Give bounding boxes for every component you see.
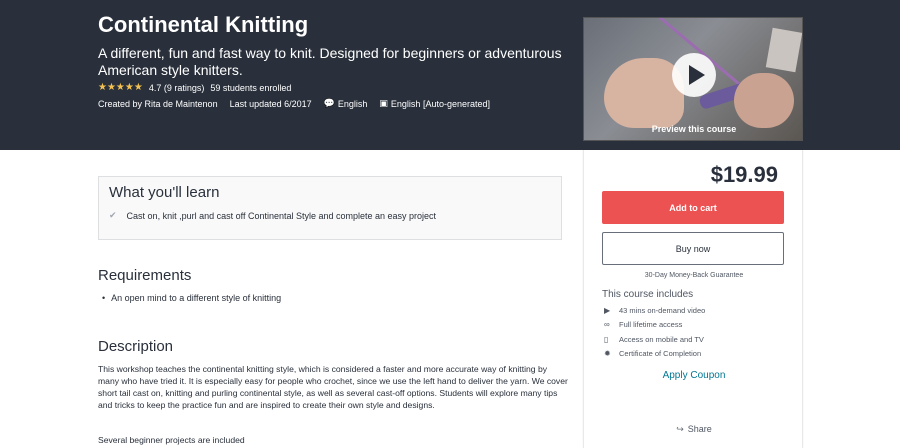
requirements-title: Requirements [98,267,192,284]
share-button[interactable]: ↪ Share [584,424,804,435]
includes-item-label: Access on mobile and TV [619,334,704,344]
description-title: Description [98,338,174,355]
course-preview-video[interactable]: Preview this course [583,17,803,141]
star-rating-icon: ★★★★★ [98,82,143,93]
money-back-guarantee: 30-Day Money-Back Guarantee [644,272,744,279]
bullet-icon: • [102,293,106,303]
add-to-cart-button[interactable]: Add to cart [602,191,784,224]
requirement-item: • An open mind to a different style of k… [102,293,281,303]
mobile-icon: ▯ [604,334,609,344]
description-paragraph: This workshop teaches the continental kn… [98,364,568,410]
course-language: English [337,98,368,109]
play-icon [688,65,705,85]
checkmark-icon: ✔ [109,210,117,220]
includes-item-label: Full lifetime access [619,320,683,330]
requirement-label: An open mind to a different style of kni… [111,293,282,303]
buy-now-button[interactable]: Buy now [602,232,784,265]
learn-item-label: Cast on, knit ,purl and cast off Contine… [126,210,437,221]
infinity-icon: ∞ [604,320,610,330]
purchase-sidebar: $19.99 Add to cart Buy now 30-Day Money-… [583,150,803,448]
rating-text[interactable]: 4.7 (9 ratings) [149,83,205,93]
video-icon: ▶ [604,305,611,315]
learn-title: What you'll learn [109,184,220,201]
learn-item: ✔ Cast on, knit ,purl and cast off Conti… [109,210,436,221]
what-youll-learn-box: What you'll learn ✔ Cast on, knit ,purl … [98,176,562,240]
enrolled-count: 59 students enrolled [210,82,292,93]
course-captions: English [Auto-generated] [390,98,490,109]
apply-coupon-link[interactable]: Apply Coupon [584,370,804,381]
includes-title: This course includes [602,289,694,300]
includes-item: ▯ Access on mobile and TV [604,332,705,347]
play-button[interactable] [672,53,716,97]
instructor-credit[interactable]: Created by Rita de Maintenon [98,99,218,109]
course-stats: ★★★★★ 4.7 (9 ratings) 59 students enroll… [98,82,297,93]
certificate-icon: ✹ [604,349,611,359]
share-label: Share [687,424,712,434]
includes-item-label: 43 mins on-demand video [619,305,706,315]
share-icon: ↪ [676,424,684,434]
includes-item: ▶ 43 mins on-demand video [604,303,705,318]
course-title: Continental Knitting [98,12,309,37]
includes-list: ▶ 43 mins on-demand video ∞ Full lifetim… [604,303,705,361]
preview-label[interactable]: Preview this course [584,124,802,134]
last-updated: Last updated 6/2017 [229,98,312,109]
captions-icon: ▣ [379,98,388,108]
thumbnail-hand-right [734,73,794,128]
description-paragraph: Several beginner projects are included [98,435,245,445]
course-subtitle: A different, fun and fast way to knit. D… [98,45,562,78]
speech-bubble-icon: 💬 [323,98,335,108]
includes-item: ✹ Certificate of Completion [604,347,705,362]
course-meta: Created by Rita de Maintenon Last update… [98,98,502,109]
course-price: $19.99 [710,162,778,187]
includes-item: ∞ Full lifetime access [604,318,705,333]
includes-item-label: Certificate of Completion [619,349,702,359]
